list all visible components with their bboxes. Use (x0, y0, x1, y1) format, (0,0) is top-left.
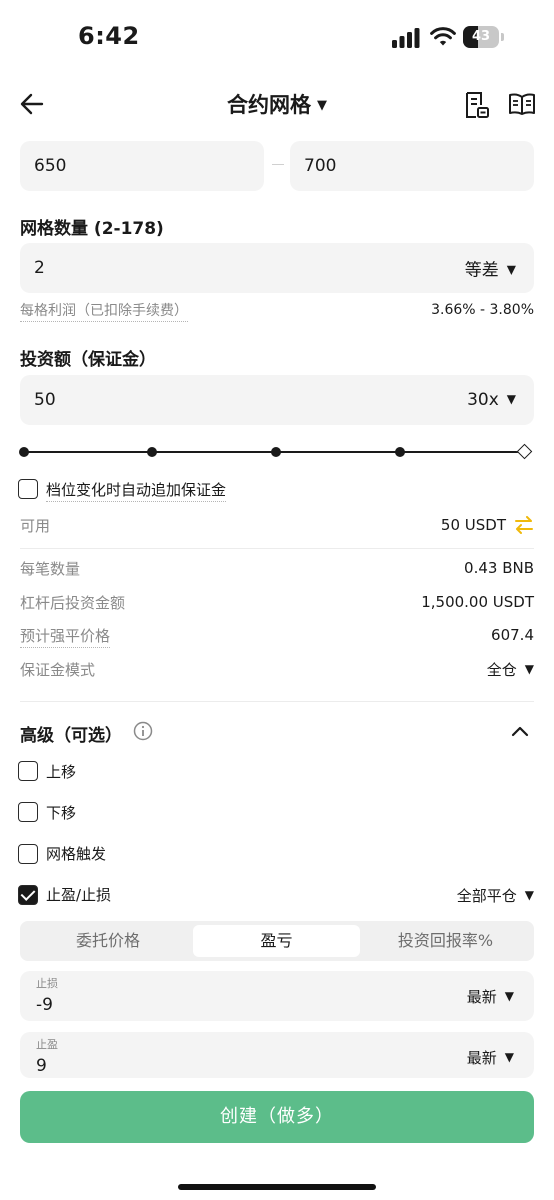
order-history-icon[interactable] (464, 91, 490, 119)
guide-book-icon[interactable] (508, 92, 536, 116)
chevron-down-icon: ▼ (524, 888, 534, 902)
page-title-text: 合约网格 (227, 93, 311, 117)
battery-level: 43 (471, 29, 491, 44)
chevron-down-icon: ▼ (506, 392, 516, 406)
investment-label: 投资额（保证金） (20, 350, 156, 370)
tab-order-price[interactable]: 委托价格 (24, 925, 192, 957)
move-down-checkbox[interactable] (18, 802, 38, 822)
create-long-button[interactable]: 创建（做多） (20, 1091, 534, 1143)
grid-count-input[interactable]: 2 等差 ▼ (20, 243, 534, 293)
divider (20, 701, 534, 702)
leverage-value: 30x (467, 390, 499, 410)
move-up-label: 上移 (46, 763, 77, 781)
profit-per-grid-label: 每格利润（已扣除手续费） (20, 300, 188, 322)
upper-price-input[interactable]: 700 (290, 141, 534, 191)
stop-loss-caption: 止损 (36, 977, 58, 990)
cellular-signal-icon (392, 28, 420, 48)
lower-price-input[interactable]: 650 (20, 141, 264, 191)
chevron-down-icon: ▼ (524, 662, 534, 676)
auto-margin-checkbox[interactable] (18, 479, 38, 499)
tab-pnl[interactable]: 盈亏 (193, 925, 360, 957)
slider-step-75[interactable] (395, 447, 405, 457)
margin-mode-label: 保证金模式 (20, 661, 96, 679)
leverage-select[interactable]: 30x ▼ (467, 390, 516, 410)
tp-sl-label: 止盈/止损 (46, 886, 112, 904)
leveraged-amount-value: 1,500.00 USDT (421, 593, 534, 611)
chevron-down-icon: ▼ (504, 989, 514, 1003)
chevron-up-icon[interactable] (511, 724, 529, 738)
slider-step-50[interactable] (271, 447, 281, 457)
stop-loss-input[interactable]: 止损 -9 最新 ▼ (20, 971, 534, 1021)
slider-step-0[interactable] (19, 447, 29, 457)
range-separator (272, 164, 284, 165)
grid-trigger-label: 网格触发 (46, 845, 107, 863)
auto-margin-label: 档位变化时自动追加保证金 (46, 479, 227, 502)
available-label: 可用 (20, 517, 51, 535)
take-profit-trigger-value: 最新 (466, 1049, 497, 1067)
move-up-checkbox[interactable] (18, 761, 38, 781)
per-order-qty-label: 每笔数量 (20, 560, 81, 578)
grid-count-label: 网格数量 (2-178) (20, 219, 164, 239)
leveraged-amount-label: 杠杆后投资金额 (20, 594, 126, 612)
tab-roi[interactable]: 投资回报率% (361, 925, 530, 957)
take-profit-caption: 止盈 (36, 1038, 58, 1051)
take-profit-input[interactable]: 止盈 9 最新 ▼ (20, 1032, 534, 1078)
status-bar: 6:42 43 (0, 0, 554, 76)
grid-mode-value: 等差 (464, 260, 499, 281)
advanced-title: 高级（可选） (20, 726, 122, 746)
chevron-down-icon: ▼ (506, 262, 516, 277)
liquidation-price-value: 607.4 (491, 626, 534, 644)
battery-icon: 43 (463, 26, 505, 48)
chevron-down-icon: ▼ (317, 98, 327, 113)
stop-loss-trigger-select[interactable]: 最新 ▼ (467, 986, 514, 1007)
close-mode-select[interactable]: 全部平仓 ▼ (457, 885, 534, 906)
per-order-qty-value: 0.43 BNB (464, 559, 534, 577)
chevron-down-icon: ▼ (504, 1050, 514, 1064)
divider (20, 548, 534, 549)
move-down-label: 下移 (46, 804, 77, 822)
tp-sl-checkbox[interactable] (18, 885, 38, 905)
grid-count-value: 2 (34, 258, 45, 278)
profit-per-grid-value: 3.66% - 3.80% (431, 302, 534, 318)
take-profit-value: 9 (36, 1056, 47, 1076)
wifi-icon (430, 27, 456, 46)
close-mode-value: 全部平仓 (456, 887, 517, 905)
grid-mode-select[interactable]: 等差 ▼ (465, 256, 516, 281)
upper-price-value: 700 (304, 156, 337, 176)
home-indicator[interactable] (178, 1184, 376, 1190)
investment-input[interactable]: 50 30x ▼ (20, 375, 534, 425)
margin-mode-value: 全仓 (486, 661, 517, 679)
lower-price-value: 650 (34, 156, 67, 176)
stop-loss-value: -9 (36, 995, 53, 1015)
grid-trigger-checkbox[interactable] (18, 844, 38, 864)
info-icon[interactable] (133, 721, 153, 741)
tp-sl-mode-tabs: 委托价格 盈亏 投资回报率% (20, 921, 534, 961)
available-value: 50 USDT (440, 516, 506, 534)
slider-step-25[interactable] (147, 447, 157, 457)
investment-value: 50 (34, 390, 56, 410)
take-profit-trigger-select[interactable]: 最新 ▼ (467, 1047, 514, 1068)
swap-icon[interactable] (514, 516, 534, 534)
stop-loss-trigger-value: 最新 (466, 988, 497, 1006)
slider-step-100[interactable] (516, 443, 533, 460)
status-time: 6:42 (78, 22, 140, 50)
margin-mode-select[interactable]: 全仓 ▼ (487, 659, 534, 680)
nav-header: 合约网格 ▼ (0, 78, 554, 130)
liquidation-price-label: 预计强平价格 (20, 625, 111, 648)
